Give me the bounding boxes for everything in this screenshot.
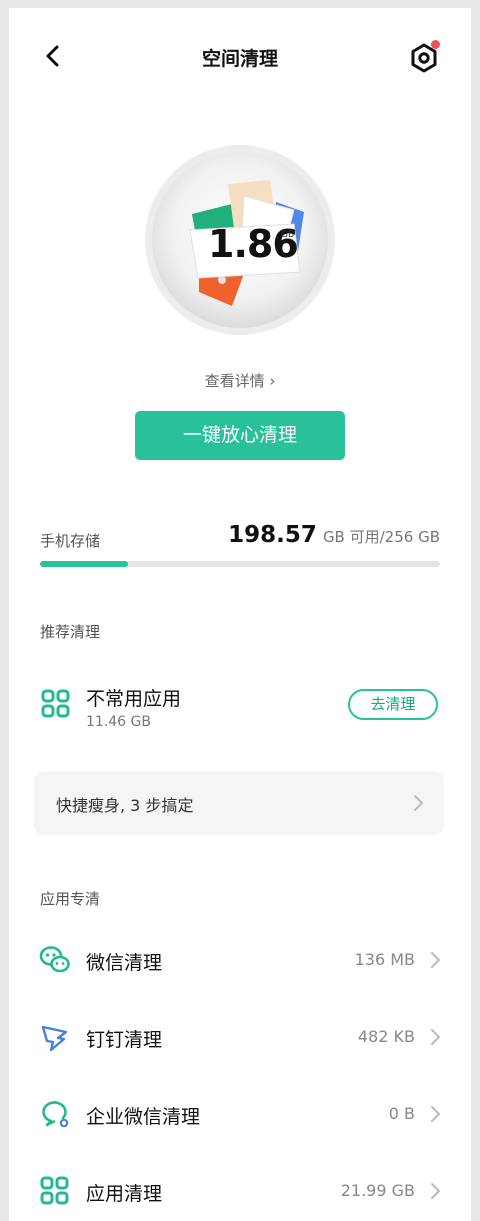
dingtalk-icon xyxy=(41,1025,68,1052)
storage-label: 手机存储 xyxy=(40,532,101,550)
quick-slim-card[interactable]: 快捷瘦身, 3 步搞定 xyxy=(34,771,444,835)
one-key-clean-button[interactable]: 一键放心清理 xyxy=(135,411,345,460)
list-item-size: 21.99 GB xyxy=(340,1181,415,1200)
storage-summary: 198.57 GB 可用/256 GB xyxy=(228,522,440,548)
unused-apps-title: 不常用应用 xyxy=(86,688,182,710)
list-item-label: 钉钉清理 xyxy=(86,1029,163,1051)
top-bar: 空间清理 xyxy=(9,8,471,104)
chevron-right-icon xyxy=(431,1183,440,1199)
list-item-dingtalk-clean[interactable]: 钉钉清理 482 KB xyxy=(9,1003,471,1073)
list-item-wecom-clean[interactable]: 企业微信清理 0 B xyxy=(9,1080,471,1150)
go-clean-button[interactable]: 去清理 xyxy=(348,689,438,720)
chevron-right-icon xyxy=(431,1029,440,1045)
storage-available: 198.57 xyxy=(228,522,317,548)
wechat-icon xyxy=(39,946,70,973)
chevron-right-icon xyxy=(431,1106,440,1122)
list-item-size: 482 KB xyxy=(357,1027,415,1046)
quick-slim-text: 快捷瘦身, 3 步搞定 xyxy=(56,796,194,815)
list-item-label: 企业微信清理 xyxy=(86,1106,201,1128)
list-item-label: 微信清理 xyxy=(86,952,163,974)
storage-total: GB 可用/256 GB xyxy=(322,528,440,546)
chevron-right-icon xyxy=(414,795,423,811)
page-title: 空间清理 xyxy=(201,48,278,70)
notification-dot xyxy=(431,40,440,49)
reclaimable-unit: GB xyxy=(281,230,295,240)
reclaimable-size: 1.86 xyxy=(208,222,299,266)
app-clean-section-label: 应用专清 xyxy=(40,890,101,908)
list-item-app-clean[interactable]: 应用清理 21.99 GB xyxy=(9,1157,471,1221)
chevron-right-icon xyxy=(431,952,440,968)
recommended-section-label: 推荐清理 xyxy=(40,623,101,641)
apps-grid-icon xyxy=(41,689,70,718)
storage-progress-bar xyxy=(40,561,440,567)
screen: 空间清理 1.86 GB 查看详情 › 一键放心清理 手机存储 198.57 GB… xyxy=(9,8,471,1221)
list-item-label: 应用清理 xyxy=(86,1183,163,1205)
apps-grid-icon xyxy=(40,1176,69,1205)
unused-apps-size: 11.46 GB xyxy=(86,714,151,730)
wecom-icon xyxy=(42,1101,69,1128)
storage-progress-fill xyxy=(40,561,128,567)
view-details-link[interactable]: 查看详情 › xyxy=(9,370,471,391)
list-item-size: 0 B xyxy=(388,1104,415,1123)
list-item-size: 136 MB xyxy=(354,950,415,969)
list-item-wechat-clean[interactable]: 微信清理 136 MB xyxy=(9,926,471,996)
